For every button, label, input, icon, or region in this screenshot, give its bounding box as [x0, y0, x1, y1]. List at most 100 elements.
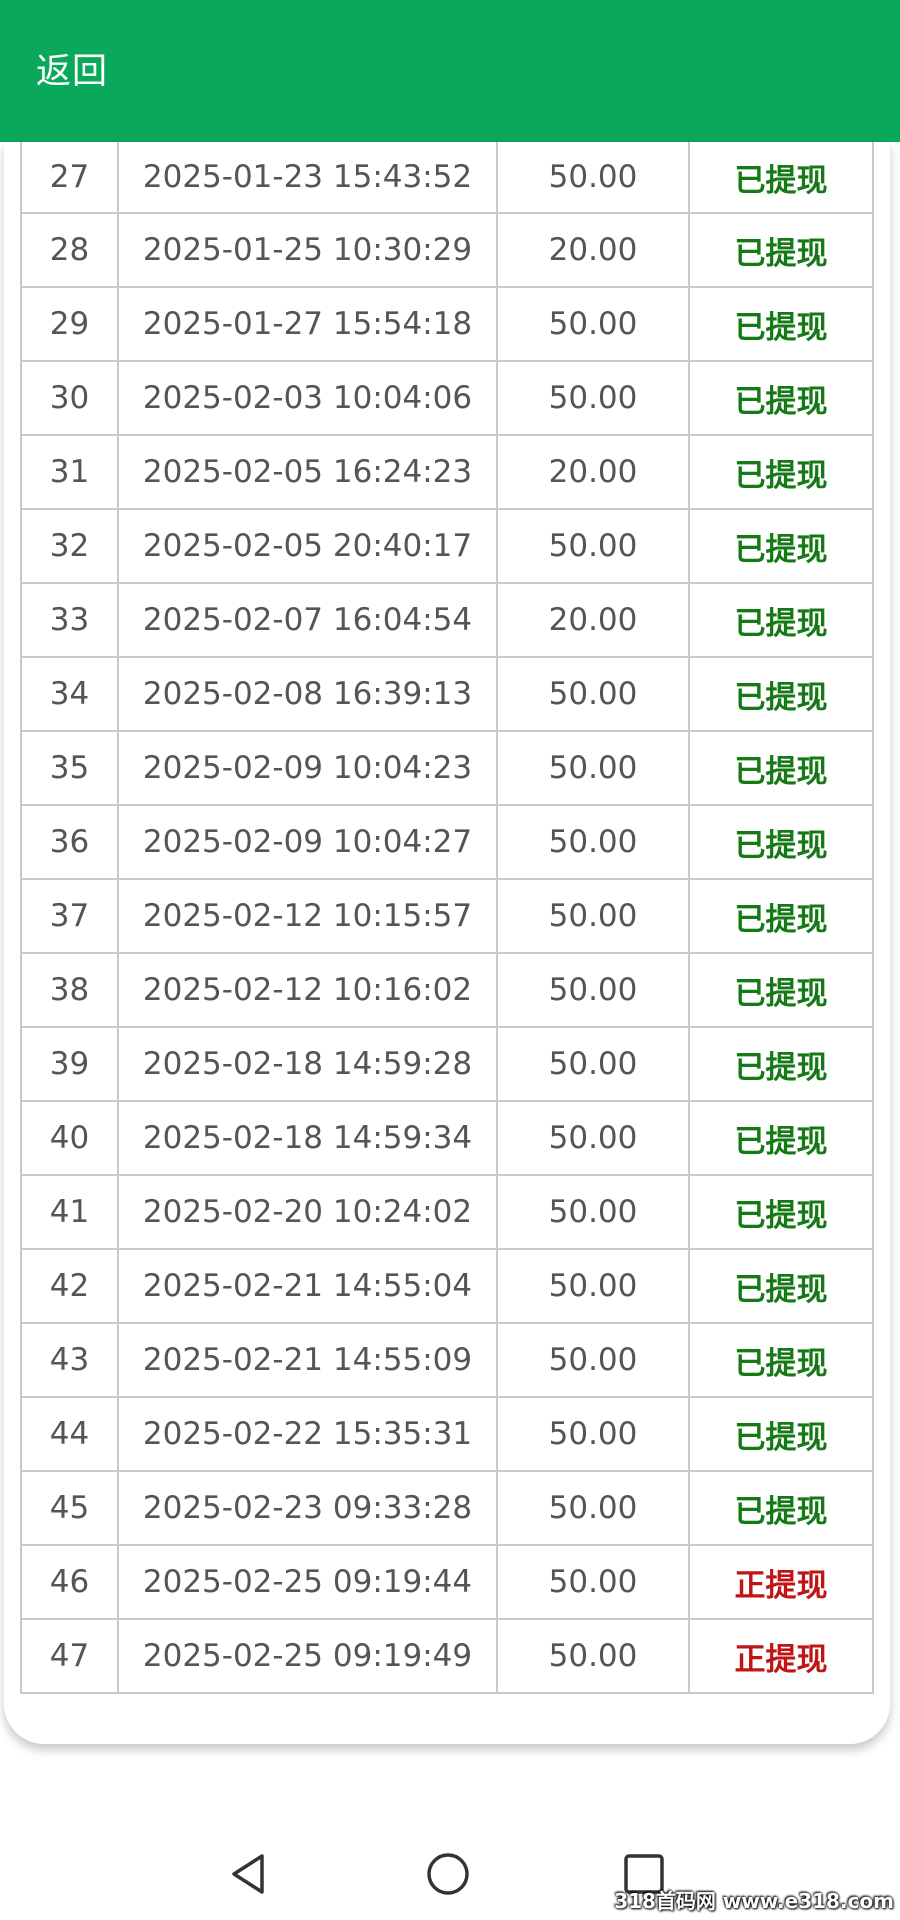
table-row: 43 2025-02-21 14:55:09 50.00 已提现	[20, 1322, 874, 1398]
record-time: 2025-02-25 09:19:44	[117, 1544, 498, 1620]
table-row: 46 2025-02-25 09:19:44 50.00 正提现	[20, 1544, 874, 1620]
record-status: 已提现	[688, 804, 874, 880]
table-row: 29 2025-01-27 15:54:18 50.00 已提现	[20, 286, 874, 362]
record-index: 44	[20, 1396, 119, 1472]
record-time: 2025-02-12 10:15:57	[117, 878, 498, 954]
record-status: 已提现	[688, 730, 874, 806]
record-status: 已提现	[688, 1026, 874, 1102]
record-time: 2025-02-09 10:04:27	[117, 804, 498, 880]
record-time: 2025-02-20 10:24:02	[117, 1174, 498, 1250]
record-status: 已提现	[688, 952, 874, 1028]
record-amount: 50.00	[496, 286, 690, 362]
record-amount: 50.00	[496, 952, 690, 1028]
record-status: 已提现	[688, 286, 874, 362]
table-row: 32 2025-02-05 20:40:17 50.00 已提现	[20, 508, 874, 584]
table-row: 38 2025-02-12 10:16:02 50.00 已提现	[20, 952, 874, 1028]
record-index: 45	[20, 1470, 119, 1546]
record-index: 29	[20, 286, 119, 362]
record-amount: 50.00	[496, 1618, 690, 1694]
record-time: 2025-02-05 16:24:23	[117, 434, 498, 510]
record-time: 2025-02-08 16:39:13	[117, 656, 498, 732]
record-index: 35	[20, 730, 119, 806]
record-index: 31	[20, 434, 119, 510]
record-time: 2025-02-09 10:04:23	[117, 730, 498, 806]
record-index: 27	[20, 142, 119, 214]
table-row: 28 2025-01-25 10:30:29 20.00 已提现	[20, 212, 874, 288]
record-index: 42	[20, 1248, 119, 1324]
record-index: 41	[20, 1174, 119, 1250]
record-status: 已提现	[688, 1470, 874, 1546]
record-amount: 50.00	[496, 360, 690, 436]
table-row: 31 2025-02-05 16:24:23 20.00 已提现	[20, 434, 874, 510]
record-index: 36	[20, 804, 119, 880]
record-status: 已提现	[688, 142, 874, 214]
record-index: 28	[20, 212, 119, 288]
record-status: 已提现	[688, 360, 874, 436]
record-status: 已提现	[688, 582, 874, 658]
table-row: 40 2025-02-18 14:59:34 50.00 已提现	[20, 1100, 874, 1176]
table-row: 27 2025-01-23 15:43:52 50.00 已提现	[20, 142, 874, 214]
back-button[interactable]: 返回	[36, 46, 108, 98]
record-amount: 50.00	[496, 1470, 690, 1546]
record-index: 33	[20, 582, 119, 658]
record-index: 30	[20, 360, 119, 436]
record-status: 已提现	[688, 1174, 874, 1250]
record-amount: 50.00	[496, 1100, 690, 1176]
record-time: 2025-01-23 15:43:52	[117, 142, 498, 214]
record-amount: 50.00	[496, 1322, 690, 1398]
record-amount: 50.00	[496, 730, 690, 806]
circle-home-icon[interactable]	[424, 1850, 472, 1898]
table-row: 45 2025-02-23 09:33:28 50.00 已提现	[20, 1470, 874, 1546]
records-table-body: 27 2025-01-23 15:43:52 50.00 已提现 28 2025-01-2…	[20, 142, 874, 1694]
top-app-bar: 返回	[0, 0, 900, 142]
table-row: 37 2025-02-12 10:15:57 50.00 已提现	[20, 878, 874, 954]
record-amount: 20.00	[496, 434, 690, 510]
withdrawal-records-table: 27 2025-01-23 15:43:52 50.00 已提现 28 2025-01-2…	[20, 142, 874, 1694]
table-row: 36 2025-02-09 10:04:27 50.00 已提现	[20, 804, 874, 880]
record-time: 2025-02-25 09:19:49	[117, 1618, 498, 1694]
record-status: 已提现	[688, 434, 874, 510]
record-index: 43	[20, 1322, 119, 1398]
record-time: 2025-02-12 10:16:02	[117, 952, 498, 1028]
record-time: 2025-01-25 10:30:29	[117, 212, 498, 288]
record-status: 已提现	[688, 1100, 874, 1176]
table-row: 47 2025-02-25 09:19:49 50.00 正提现	[20, 1618, 874, 1694]
table-row: 35 2025-02-09 10:04:23 50.00 已提现	[20, 730, 874, 806]
record-status: 已提现	[688, 212, 874, 288]
record-amount: 50.00	[496, 1396, 690, 1472]
record-time: 2025-02-21 14:55:09	[117, 1322, 498, 1398]
table-row: 44 2025-02-22 15:35:31 50.00 已提现	[20, 1396, 874, 1472]
record-amount: 20.00	[496, 212, 690, 288]
record-index: 47	[20, 1618, 119, 1694]
record-status: 已提现	[688, 878, 874, 954]
record-amount: 20.00	[496, 582, 690, 658]
record-time: 2025-01-27 15:54:18	[117, 286, 498, 362]
record-status: 已提现	[688, 656, 874, 732]
table-row: 33 2025-02-07 16:04:54 20.00 已提现	[20, 582, 874, 658]
watermark: 318首码网 www.e318.com	[614, 1889, 894, 1913]
record-time: 2025-02-22 15:35:31	[117, 1396, 498, 1472]
record-time: 2025-02-18 14:59:28	[117, 1026, 498, 1102]
record-status: 正提现	[688, 1618, 874, 1694]
table-row: 39 2025-02-18 14:59:28 50.00 已提现	[20, 1026, 874, 1102]
record-amount: 50.00	[496, 1544, 690, 1620]
record-time: 2025-02-07 16:04:54	[117, 582, 498, 658]
record-amount: 50.00	[496, 656, 690, 732]
record-index: 38	[20, 952, 119, 1028]
record-index: 34	[20, 656, 119, 732]
record-time: 2025-02-21 14:55:04	[117, 1248, 498, 1324]
record-amount: 50.00	[496, 1174, 690, 1250]
record-time: 2025-02-18 14:59:34	[117, 1100, 498, 1176]
record-status: 已提现	[688, 1396, 874, 1472]
triangle-back-icon[interactable]	[226, 1850, 274, 1898]
record-time: 2025-02-05 20:40:17	[117, 508, 498, 584]
record-index: 32	[20, 508, 119, 584]
table-row: 42 2025-02-21 14:55:04 50.00 已提现	[20, 1248, 874, 1324]
table-row: 30 2025-02-03 10:04:06 50.00 已提现	[20, 360, 874, 436]
record-amount: 50.00	[496, 142, 690, 214]
record-time: 2025-02-23 09:33:28	[117, 1470, 498, 1546]
record-amount: 50.00	[496, 1248, 690, 1324]
table-row: 41 2025-02-20 10:24:02 50.00 已提现	[20, 1174, 874, 1250]
record-amount: 50.00	[496, 508, 690, 584]
record-index: 40	[20, 1100, 119, 1176]
